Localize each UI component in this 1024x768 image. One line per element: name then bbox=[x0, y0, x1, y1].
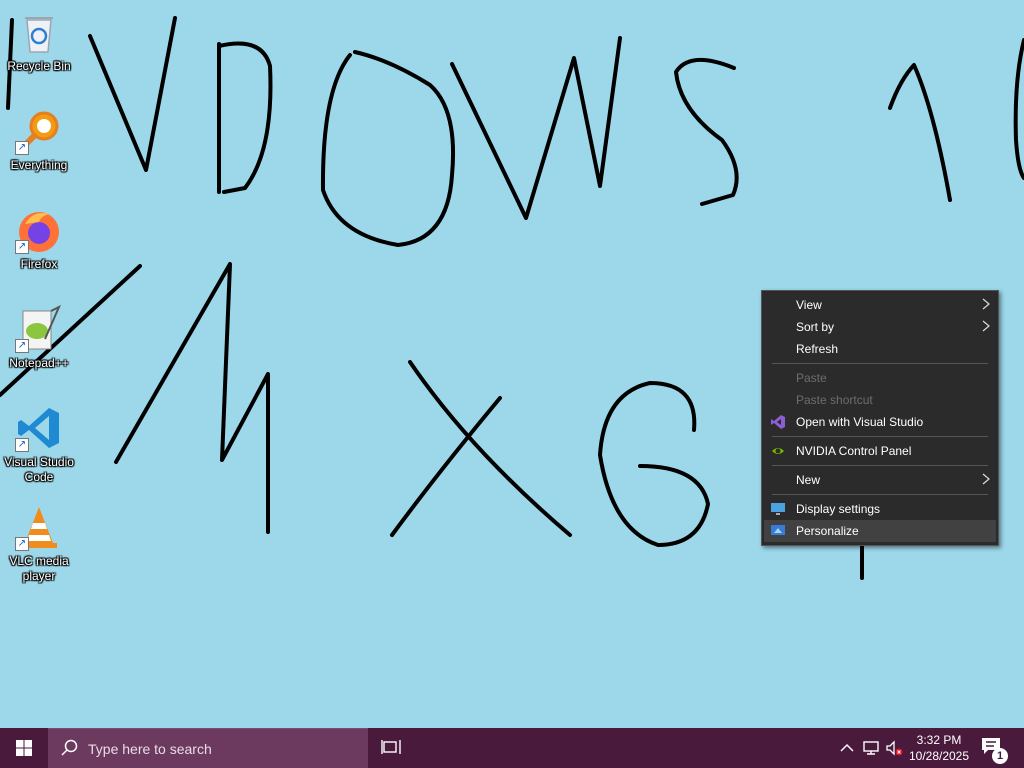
menu-separator bbox=[772, 465, 988, 466]
menu-item-display-settings[interactable]: Display settings bbox=[764, 498, 996, 520]
desktop-icon-label: Everything bbox=[10, 158, 68, 172]
start-button[interactable] bbox=[0, 728, 48, 768]
desktop-context-menu: View Sort by Refresh Paste Paste shortcu… bbox=[761, 290, 999, 546]
desktop-icon-recycle-bin[interactable]: Recycle Bin bbox=[2, 2, 76, 94]
menu-item-paste-shortcut: Paste shortcut bbox=[764, 389, 996, 411]
menu-item-nvidia-control-panel[interactable]: NVIDIA Control Panel bbox=[764, 440, 996, 462]
desktop-icon-vlc[interactable]: ↗ VLC media player bbox=[2, 497, 76, 589]
menu-item-paste: Paste bbox=[764, 367, 996, 389]
menu-item-label: Refresh bbox=[796, 342, 839, 356]
shortcut-arrow-icon: ↗ bbox=[15, 339, 29, 353]
task-view-icon[interactable] bbox=[380, 738, 402, 758]
shortcut-arrow-icon: ↗ bbox=[15, 438, 29, 452]
menu-item-label: New bbox=[796, 473, 821, 487]
menu-item-sort-by[interactable]: Sort by bbox=[764, 316, 996, 338]
volume-muted-icon[interactable] bbox=[885, 738, 903, 758]
search-placeholder: Type here to search bbox=[88, 741, 212, 757]
menu-item-label: Personalize bbox=[796, 524, 859, 538]
chevron-right-icon bbox=[982, 473, 990, 485]
desktop-icon-label: Recycle Bin bbox=[7, 59, 71, 73]
search-icon bbox=[61, 739, 78, 756]
network-icon[interactable] bbox=[862, 738, 880, 758]
menu-separator bbox=[772, 363, 988, 364]
shortcut-arrow-icon: ↗ bbox=[15, 537, 29, 551]
menu-item-label: View bbox=[796, 298, 822, 312]
personalize-icon bbox=[771, 525, 785, 535]
visual-studio-icon bbox=[771, 415, 785, 429]
recycle-bin-icon bbox=[15, 8, 63, 56]
firefox-icon: ↗ bbox=[15, 206, 63, 254]
desktop[interactable]: Recycle Bin ↗ Everything ↗ Firefox ↗ Not… bbox=[0, 0, 1024, 728]
menu-item-refresh[interactable]: Refresh bbox=[764, 338, 996, 360]
vlc-icon: ↗ bbox=[15, 503, 63, 551]
menu-item-label: Paste shortcut bbox=[796, 393, 873, 407]
shortcut-arrow-icon: ↗ bbox=[15, 240, 29, 254]
menu-item-new[interactable]: New bbox=[764, 469, 996, 491]
windows-logo-icon bbox=[16, 740, 32, 756]
clock-date: 10/28/2025 bbox=[908, 749, 970, 763]
desktop-icon-notepadpp[interactable]: ↗ Notepad++ bbox=[2, 299, 76, 391]
taskbar-clock[interactable]: 3:32 PM 10/28/2025 bbox=[904, 732, 974, 764]
menu-item-label: Paste bbox=[796, 371, 827, 385]
menu-item-label: Display settings bbox=[796, 502, 881, 516]
shortcut-arrow-icon: ↗ bbox=[15, 141, 29, 155]
vscode-icon: ↗ bbox=[15, 404, 63, 452]
desktop-icon-firefox[interactable]: ↗ Firefox bbox=[2, 200, 76, 292]
menu-separator bbox=[772, 436, 988, 437]
menu-item-personalize[interactable]: Personalize bbox=[764, 520, 996, 542]
everything-search-icon: ↗ bbox=[15, 107, 63, 155]
nvidia-icon bbox=[772, 448, 784, 454]
menu-separator bbox=[772, 494, 988, 495]
notepadpp-icon: ↗ bbox=[15, 304, 63, 353]
chevron-right-icon bbox=[982, 320, 990, 332]
notification-count-badge: 1 bbox=[992, 748, 1008, 764]
desktop-icon-label: VLC media player bbox=[9, 554, 69, 583]
chevron-up-icon[interactable] bbox=[838, 738, 856, 758]
desktop-icon-everything[interactable]: ↗ Everything bbox=[2, 101, 76, 193]
menu-item-label: NVIDIA Control Panel bbox=[796, 444, 912, 458]
taskbar-search-box[interactable]: Type here to search bbox=[48, 728, 368, 768]
chevron-right-icon bbox=[982, 298, 990, 310]
desktop-icon-label: Firefox bbox=[20, 257, 58, 271]
desktop-icon-label: Visual Studio Code bbox=[4, 455, 74, 484]
menu-item-label: Sort by bbox=[796, 320, 835, 334]
menu-item-open-with-visual-studio[interactable]: Open with Visual Studio bbox=[764, 411, 996, 433]
display-icon bbox=[771, 503, 785, 515]
taskbar: Type here to search 3:32 PM 10/28/2025 1 bbox=[0, 728, 1024, 768]
menu-item-view[interactable]: View bbox=[764, 294, 996, 316]
clock-time: 3:32 PM bbox=[916, 733, 962, 747]
desktop-icon-vscode[interactable]: ↗ Visual Studio Code bbox=[2, 398, 76, 490]
menu-item-label: Open with Visual Studio bbox=[796, 415, 924, 429]
action-center-button[interactable]: 1 bbox=[980, 736, 1008, 764]
desktop-icon-label: Notepad++ bbox=[9, 356, 69, 370]
